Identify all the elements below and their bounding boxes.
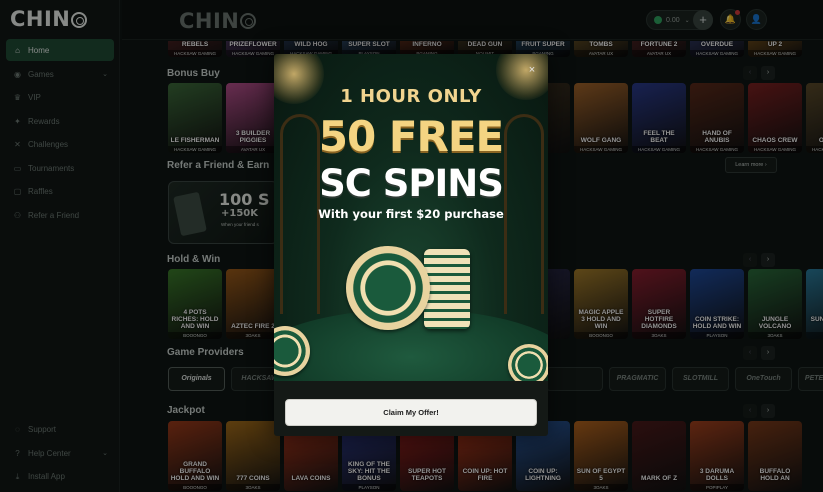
promo-modal: 1 HOUR ONLY 50 FREE SC SPINS With your f… bbox=[274, 54, 548, 436]
promo-line-2: 50 FREE bbox=[318, 112, 504, 161]
promo-line-1: 1 HOUR ONLY bbox=[340, 86, 482, 107]
close-button[interactable]: × bbox=[525, 63, 539, 77]
chip-stack-image bbox=[424, 249, 470, 329]
promo-line-4: With your first $20 purchase bbox=[318, 207, 504, 221]
promo-banner: 1 HOUR ONLY 50 FREE SC SPINS With your f… bbox=[274, 54, 548, 381]
claim-offer-button[interactable]: Claim My Offer! bbox=[285, 399, 537, 426]
chip-image bbox=[508, 344, 548, 381]
chip-image bbox=[346, 246, 430, 330]
promo-line-3: SC SPINS bbox=[319, 162, 504, 205]
